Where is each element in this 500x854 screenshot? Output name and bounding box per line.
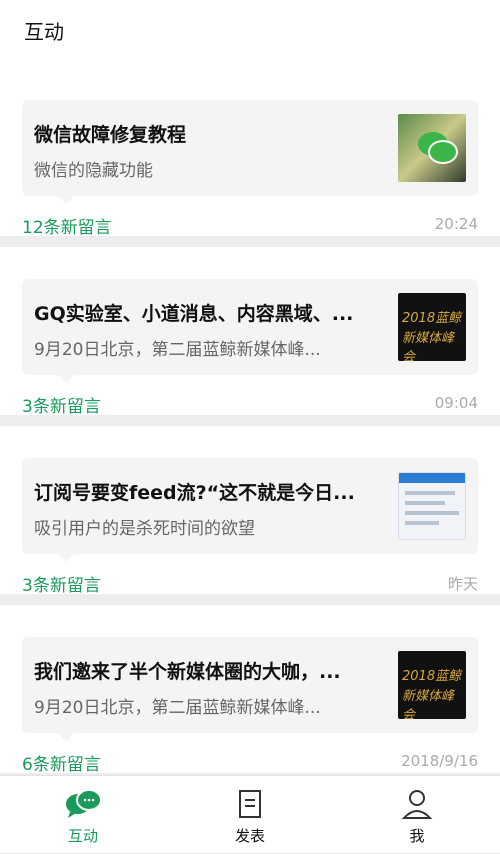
- thumbnail-text: 新媒体峰会: [402, 331, 455, 361]
- thumbnail-line: [405, 491, 455, 495]
- thumbnail-text: 新媒体峰会: [402, 689, 455, 719]
- article-title: 我们邀来了半个新媒体圈的大咖，...: [34, 661, 341, 683]
- article-card[interactable]: 我们邀来了半个新媒体圈的大咖，... 9月20日北京，第二届蓝鲸新媒体峰... …: [0, 605, 500, 775]
- new-comments-link[interactable]: 3条新留言: [22, 392, 101, 417]
- timestamp: 2018/9/16: [401, 752, 478, 770]
- article-bubble[interactable]: 我们邀来了半个新媒体圈的大咖，... 9月20日北京，第二届蓝鲸新媒体峰... …: [22, 637, 478, 741]
- article-subtitle: 微信的隐藏功能: [34, 161, 153, 181]
- thumbnail-line: [405, 511, 459, 515]
- new-comments-link[interactable]: 12条新留言: [22, 213, 112, 238]
- thumbnail-text: 2018蓝鲸: [402, 669, 462, 684]
- article-title: 订阅号要变feed流?“这不就是今日...: [34, 482, 355, 504]
- article-subtitle: 9月20日北京，第二届蓝鲸新媒体峰...: [34, 698, 321, 718]
- timestamp: 09:04: [434, 394, 478, 412]
- tab-label: 我: [409, 827, 425, 845]
- page-title: 互动: [24, 20, 64, 44]
- article-subtitle: 9月20日北京，第二届蓝鲸新媒体峰...: [34, 340, 321, 360]
- article-bubble[interactable]: 订阅号要变feed流?“这不就是今日... 吸引用户的是杀死时间的欲望: [22, 458, 478, 562]
- article-thumbnail: [398, 114, 466, 182]
- article-bubble[interactable]: GQ实验室、小道消息、内容黑域、... 9月20日北京，第二届蓝鲸新媒体峰...…: [22, 279, 478, 383]
- top-bar: 互动: [0, 0, 500, 68]
- article-card[interactable]: 微信故障修复教程 微信的隐藏功能 12条新留言 20:24: [0, 68, 500, 238]
- new-comments-link[interactable]: 6条新留言: [22, 750, 101, 775]
- document-icon: [239, 790, 261, 818]
- timestamp: 昨天: [447, 575, 478, 593]
- thumbnail-text: 2018蓝鲸: [402, 311, 462, 326]
- chat-bubbles-icon: [66, 789, 102, 818]
- thumbnail-line: [405, 501, 445, 505]
- tab-label: 发表: [234, 827, 265, 845]
- wechat-logo-icon-secondary: [428, 140, 458, 164]
- tab-label: 互动: [67, 827, 98, 845]
- article-title: 微信故障修复教程: [34, 124, 187, 146]
- article-thumbnail: 2018蓝鲸 新媒体峰会: [398, 293, 466, 361]
- new-comments-link[interactable]: 3条新留言: [22, 571, 101, 596]
- article-card[interactable]: GQ实验室、小道消息、内容黑域、... 9月20日北京，第二届蓝鲸新媒体峰...…: [0, 247, 500, 417]
- article-thumbnail: 2018蓝鲸 新媒体峰会: [398, 651, 466, 719]
- article-title: GQ实验室、小道消息、内容黑域、...: [34, 303, 354, 325]
- article-bubble[interactable]: 微信故障修复教程 微信的隐藏功能: [22, 100, 478, 204]
- article-card[interactable]: 订阅号要变feed流?“这不就是今日... 吸引用户的是杀死时间的欲望 3条新留…: [0, 426, 500, 596]
- tab-interaction[interactable]: 互动: [0, 776, 166, 854]
- article-thumbnail: [398, 472, 466, 540]
- timestamp: 20:24: [434, 215, 478, 233]
- article-subtitle: 吸引用户的是杀死时间的欲望: [34, 519, 255, 539]
- tab-publish[interactable]: 发表: [167, 776, 333, 854]
- bottom-tab-bar: 互动 发表 我: [0, 775, 500, 853]
- thumbnail-line: [405, 521, 439, 525]
- tab-me[interactable]: 我: [334, 776, 500, 854]
- thumbnail-header-bar: [399, 473, 465, 483]
- person-icon: [401, 790, 433, 819]
